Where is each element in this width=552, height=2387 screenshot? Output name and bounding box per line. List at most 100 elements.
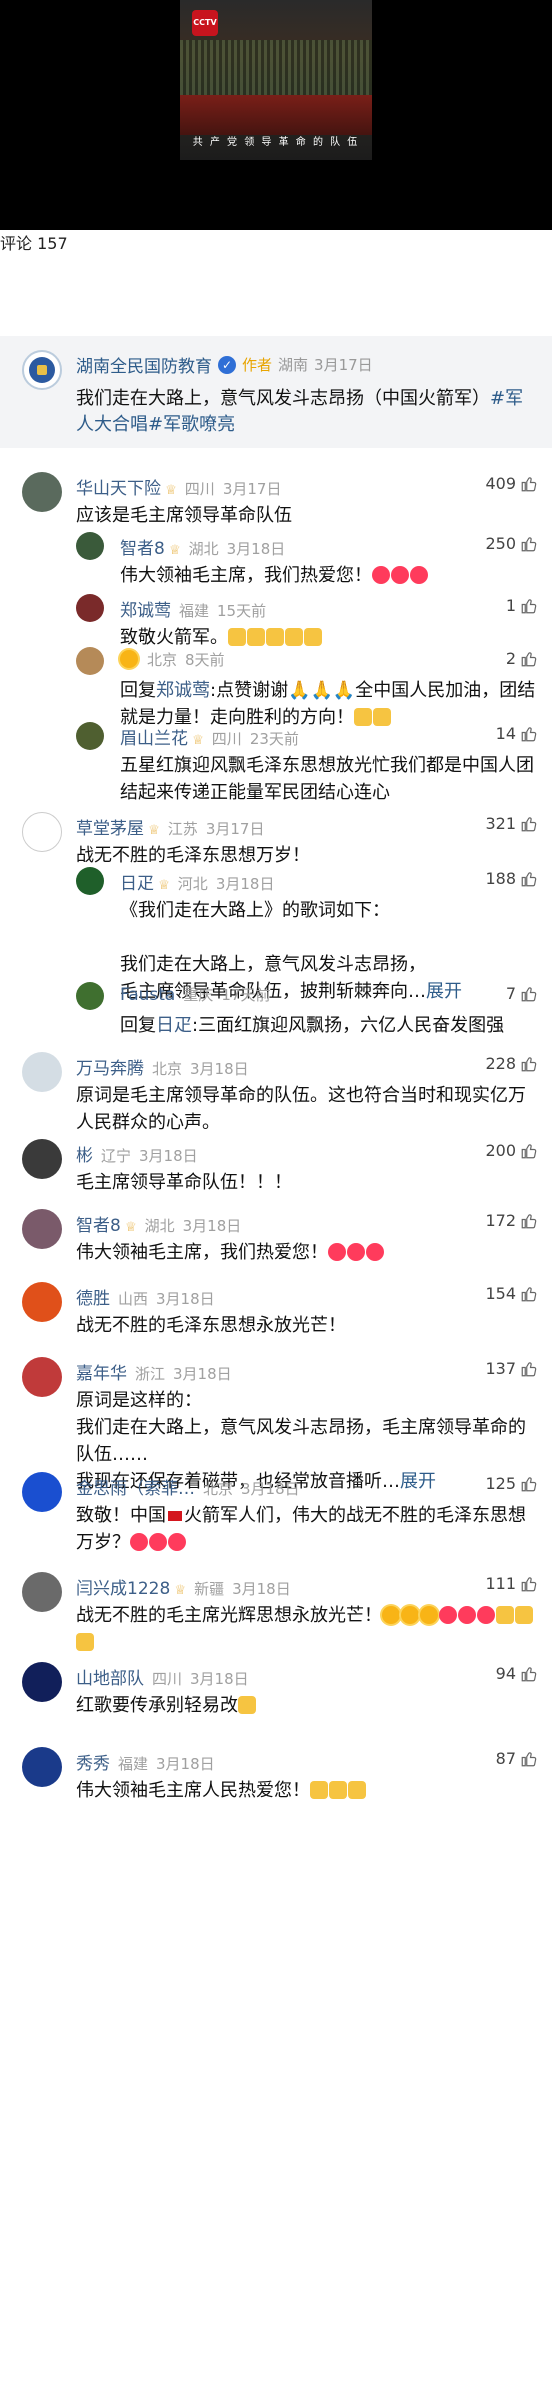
- verified-badge-icon: ✓: [218, 355, 236, 374]
- like-button[interactable]: 2: [506, 649, 538, 668]
- thumbs-up-outline-icon[interactable]: [520, 815, 538, 833]
- user-name[interactable]: 华山天下险: [76, 479, 161, 499]
- user-avatar[interactable]: [22, 1747, 62, 1787]
- like-button[interactable]: 321: [485, 814, 538, 833]
- like-button[interactable]: 1: [506, 596, 538, 615]
- thumbs-up-outline-icon[interactable]: [520, 1285, 538, 1303]
- user-name[interactable]: 草堂茅屋: [76, 819, 144, 839]
- user-avatar[interactable]: [22, 812, 62, 852]
- like-button[interactable]: 172: [485, 1211, 538, 1230]
- user-name[interactable]: 日疋: [120, 874, 154, 894]
- thumbs-up-outline-icon[interactable]: [520, 1142, 538, 1160]
- user-name[interactable]: 闫兴成1228: [76, 1579, 170, 1599]
- video-thumbnail[interactable]: CCTV 共 产 党 领 导 革 命 的 队 伍: [180, 0, 372, 160]
- thumbs-up-outline-icon[interactable]: [520, 725, 538, 743]
- thumbs-up-outline-icon[interactable]: [520, 1475, 538, 1493]
- thumb-emoji-icon: [285, 628, 303, 646]
- like-button[interactable]: 200: [485, 1141, 538, 1160]
- user-avatar[interactable]: [76, 722, 104, 750]
- comment-body: 战无不胜的毛泽东思想永放光芒！: [76, 1315, 346, 1336]
- like-button[interactable]: 409: [485, 474, 538, 493]
- user-name[interactable]: 金思雨（索菲…: [76, 1479, 195, 1499]
- like-button[interactable]: 7: [506, 984, 538, 1003]
- user-avatar[interactable]: [76, 647, 104, 675]
- author-post[interactable]: 湖南全民国防教育 ✓ 作者 湖南 3月17日 我们走在大路上，意气风发斗志昂扬（…: [0, 336, 552, 448]
- user-name[interactable]: 智者8: [76, 1216, 121, 1236]
- user-location: 河北: [177, 875, 208, 893]
- user-avatar[interactable]: [22, 1472, 62, 1512]
- reply-to-user[interactable]: 郑诚莺: [156, 680, 210, 701]
- comment-text-line: 我们走在大路上，意气风发斗志昂扬，: [120, 954, 426, 975]
- like-button[interactable]: 125: [485, 1474, 538, 1493]
- comment-text: 回复郑诚莺:点赞谢谢🙏🙏🙏全中国人民加油，团结就是力量！走向胜利的方向！: [120, 677, 536, 731]
- user-name[interactable]: 郑诚莺: [120, 601, 171, 621]
- user-avatar[interactable]: [22, 1209, 62, 1249]
- like-button[interactable]: 111: [485, 1574, 538, 1593]
- user-avatar[interactable]: [22, 472, 62, 512]
- thumb-emoji-icon: [238, 1696, 256, 1714]
- user-avatar[interactable]: [22, 1572, 62, 1612]
- thumbs-up-outline-icon[interactable]: [520, 985, 538, 1003]
- user-avatar[interactable]: [76, 532, 104, 560]
- user-avatar[interactable]: [22, 1662, 62, 1702]
- user-location: 北京: [203, 1480, 234, 1498]
- user-avatar[interactable]: [76, 594, 104, 622]
- expand-link[interactable]: 展开: [400, 1471, 436, 1492]
- user-avatar[interactable]: [22, 1282, 62, 1322]
- comment-date: 15天前: [217, 602, 267, 620]
- author-avatar[interactable]: [22, 350, 62, 390]
- thumbs-up-outline-icon[interactable]: [520, 1360, 538, 1378]
- user-name[interactable]: 彬: [76, 1146, 93, 1166]
- user-name[interactable]: 万马奔腾: [76, 1059, 144, 1079]
- user-name-row: 秀秀 福建 3月18日: [76, 1749, 215, 1774]
- user-name[interactable]: Fausta: [120, 985, 175, 1005]
- user-name[interactable]: 嘉年华: [76, 1364, 127, 1384]
- like-button[interactable]: 14: [496, 724, 538, 743]
- user-location: 四川: [184, 480, 215, 498]
- comment-text-line: 原词是这样的：: [76, 1390, 202, 1411]
- user-avatar[interactable]: [22, 1139, 62, 1179]
- user-name[interactable]: 秀秀: [76, 1754, 110, 1774]
- user-name[interactable]: 德胜: [76, 1289, 110, 1309]
- author-name[interactable]: 湖南全民国防教育: [76, 352, 212, 377]
- like-count: 87: [495, 1749, 516, 1768]
- thumbs-up-outline-icon[interactable]: [520, 650, 538, 668]
- comment-text: 致敬！中国 火箭军人们，伟大的战无不胜的毛泽东思想万岁？: [76, 1502, 536, 1556]
- user-avatar[interactable]: [76, 982, 104, 1010]
- comment-date: 3月18日: [232, 1580, 291, 1598]
- user-name[interactable]: 眉山兰花: [120, 729, 188, 749]
- video-area[interactable]: CCTV 共 产 党 领 导 革 命 的 队 伍: [0, 0, 552, 230]
- user-location: 四川: [211, 730, 242, 748]
- heart-emoji-icon: [347, 1243, 365, 1261]
- user-avatar[interactable]: [22, 1357, 62, 1397]
- like-button[interactable]: 137: [485, 1359, 538, 1378]
- expand-link[interactable]: 展开: [426, 981, 462, 1002]
- like-button[interactable]: 228: [485, 1054, 538, 1073]
- thumbs-up-outline-icon[interactable]: [520, 1055, 538, 1073]
- thumbs-up-outline-icon[interactable]: [520, 1575, 538, 1593]
- thumbs-up-outline-icon[interactable]: [520, 1212, 538, 1230]
- thumbs-up-outline-icon[interactable]: [520, 535, 538, 553]
- user-avatar[interactable]: [22, 1052, 62, 1092]
- channel-logo: CCTV: [192, 10, 218, 36]
- thumbs-up-outline-icon[interactable]: [520, 870, 538, 888]
- thumbs-up-outline-icon[interactable]: [520, 597, 538, 615]
- like-button[interactable]: 188: [485, 869, 538, 888]
- video-subtitle: 共 产 党 领 导 革 命 的 队 伍: [192, 137, 360, 148]
- like-count: 250: [485, 534, 516, 553]
- like-button[interactable]: 250: [485, 534, 538, 553]
- comment-text-before-flag: 致敬！中国: [76, 1505, 166, 1526]
- comment-date: 17天前: [221, 986, 271, 1004]
- thumbs-up-outline-icon[interactable]: [520, 1750, 538, 1768]
- reply-to-user[interactable]: 日疋: [156, 1015, 192, 1036]
- vip-crown-icon: ♕: [188, 733, 204, 748]
- thumbs-up-outline-icon[interactable]: [520, 1665, 538, 1683]
- vip-crown-icon: ♕: [154, 878, 170, 893]
- like-button[interactable]: 94: [496, 1664, 538, 1683]
- thumbs-up-outline-icon[interactable]: [520, 475, 538, 493]
- user-name[interactable]: 山地部队: [76, 1669, 144, 1689]
- user-avatar[interactable]: [76, 867, 104, 895]
- like-button[interactable]: 154: [485, 1284, 538, 1303]
- user-name[interactable]: 智者8: [120, 539, 165, 559]
- like-button[interactable]: 87: [496, 1749, 538, 1768]
